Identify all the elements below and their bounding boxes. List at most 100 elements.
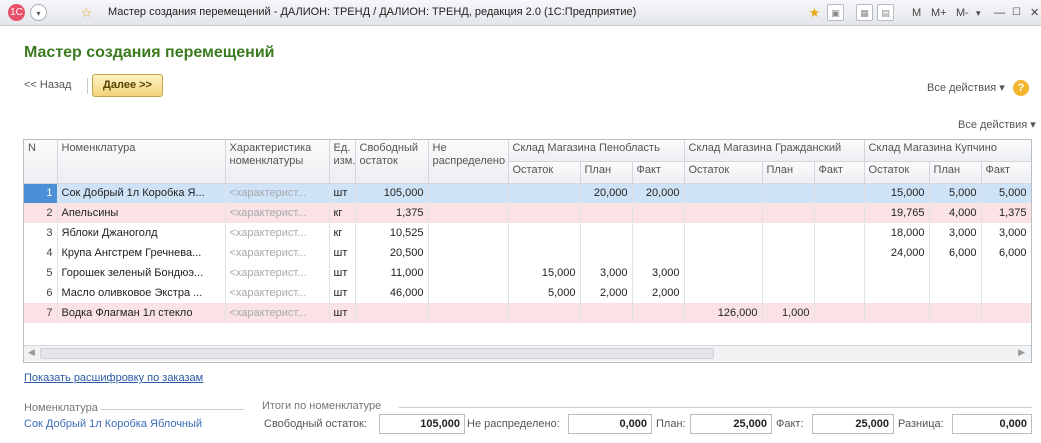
kupchino-fact-cell[interactable] (981, 263, 1031, 283)
penoblast-fact-cell[interactable] (632, 223, 685, 243)
favorites-icon[interactable]: ★ (806, 4, 823, 21)
row-number[interactable]: 4 (24, 243, 58, 263)
grazhdansky-rest-cell[interactable] (684, 223, 763, 243)
unit-cell[interactable]: шт (329, 183, 356, 203)
row-number[interactable]: 6 (24, 283, 58, 303)
unit-cell[interactable]: шт (329, 263, 356, 283)
characteristic-cell[interactable]: <характерист... (225, 303, 330, 323)
col-n-header[interactable]: N (24, 140, 58, 184)
table-all-actions-menu[interactable]: Все действия ▾ (958, 118, 1036, 131)
grazhdansky-rest-cell[interactable] (684, 263, 763, 283)
penoblast-fact-cell[interactable] (632, 243, 685, 263)
kupchino-plan-cell[interactable] (929, 283, 982, 303)
free-rest-cell[interactable]: 10,525 (355, 223, 429, 243)
unit-cell[interactable]: шт (329, 283, 356, 303)
penoblast-rest-cell[interactable]: 5,000 (508, 283, 581, 303)
kupchino-plan-cell[interactable]: 5,000 (929, 183, 982, 203)
penoblast-plan-cell[interactable] (580, 203, 633, 223)
undistributed-cell[interactable] (428, 263, 509, 283)
penoblast-rest-cell[interactable] (508, 183, 581, 203)
col-nomenclature-header[interactable]: Номенклатура (57, 140, 226, 184)
kupchino-fact-cell[interactable]: 5,000 (981, 183, 1031, 203)
free-rest-cell[interactable]: 1,375 (355, 203, 429, 223)
penoblast-plan-cell[interactable]: 2,000 (580, 283, 633, 303)
col-unit-header[interactable]: Ед. изм. (329, 140, 356, 184)
unit-cell[interactable]: кг (329, 223, 356, 243)
calendar-icon[interactable]: ▤ (877, 4, 894, 21)
penoblast-rest-cell[interactable] (508, 203, 581, 223)
undistributed-cell[interactable] (428, 303, 509, 323)
grazhdansky-plan-cell[interactable]: 1,000 (762, 303, 815, 323)
characteristic-cell[interactable]: <характерист... (225, 183, 330, 203)
kupchino-rest-cell[interactable] (864, 263, 930, 283)
nomenclature-cell[interactable]: Горошек зеленый Бондюэ... (57, 263, 226, 283)
kupchino-rest-cell[interactable] (864, 303, 930, 323)
grazhdansky-rest-cell[interactable]: 126,000 (684, 303, 763, 323)
col-fact-header[interactable]: Факт (981, 161, 1031, 184)
kupchino-plan-cell[interactable]: 4,000 (929, 203, 982, 223)
scroll-right-icon[interactable]: ▶ (1018, 347, 1025, 358)
row-number[interactable]: 1 (24, 183, 58, 203)
grazhdansky-rest-cell[interactable] (684, 243, 763, 263)
col-undistributed-header[interactable]: Не распределено (428, 140, 509, 184)
penoblast-fact-cell[interactable]: 20,000 (632, 183, 685, 203)
menu-dropdown-icon[interactable]: ▾ (30, 4, 47, 21)
penoblast-plan-cell[interactable] (580, 243, 633, 263)
free-rest-cell[interactable]: 11,000 (355, 263, 429, 283)
kupchino-fact-cell[interactable]: 6,000 (981, 243, 1031, 263)
dropdown-icon[interactable]: ▾ (976, 3, 981, 23)
kupchino-plan-cell[interactable]: 3,000 (929, 223, 982, 243)
grazhdansky-plan-cell[interactable] (762, 263, 815, 283)
nomenclature-cell[interactable]: Яблоки Джаноголд (57, 223, 226, 243)
show-orders-breakdown-link[interactable]: Показать расшифровку по заказам (24, 372, 203, 384)
penoblast-rest-cell[interactable] (508, 303, 581, 323)
kupchino-rest-cell[interactable]: 15,000 (864, 183, 930, 203)
free-rest-cell[interactable]: 20,500 (355, 243, 429, 263)
undistributed-cell[interactable] (428, 223, 509, 243)
grazhdansky-plan-cell[interactable] (762, 283, 815, 303)
characteristic-cell[interactable]: <характерист... (225, 263, 330, 283)
app-logo-icon[interactable]: 1C (8, 4, 25, 21)
penoblast-fact-cell[interactable]: 2,000 (632, 283, 685, 303)
unit-cell[interactable]: шт (329, 303, 356, 323)
kupchino-fact-cell[interactable] (981, 283, 1031, 303)
free-rest-cell[interactable]: 105,000 (355, 183, 429, 203)
nomenclature-cell[interactable]: Масло оливковое Экстра ... (57, 283, 226, 303)
penoblast-fact-cell[interactable]: 3,000 (632, 263, 685, 283)
grazhdansky-plan-cell[interactable] (762, 223, 815, 243)
kupchino-fact-cell[interactable]: 1,375 (981, 203, 1031, 223)
table-row[interactable]: 5 Горошек зеленый Бондюэ... <характерист..… (24, 263, 1031, 283)
penoblast-plan-cell[interactable]: 20,000 (580, 183, 633, 203)
nomenclature-cell[interactable]: Сок Добрый 1л Коробка Я... (57, 183, 226, 203)
kupchino-fact-cell[interactable] (981, 303, 1031, 323)
table-row[interactable]: 7 Водка Флагман 1л стекло <характерист... ш… (24, 303, 1031, 323)
characteristic-cell[interactable]: <характерист... (225, 203, 330, 223)
minimize-icon[interactable]: — (994, 3, 1005, 23)
table-row[interactable]: 4 Крупа Ангстрем Гречнева... <характерист.… (24, 243, 1031, 263)
grazhdansky-rest-cell[interactable] (684, 283, 763, 303)
back-button[interactable]: << Назад (24, 79, 71, 91)
col-rest-header[interactable]: Остаток (508, 161, 581, 184)
unit-cell[interactable]: шт (329, 243, 356, 263)
penoblast-rest-cell[interactable] (508, 223, 581, 243)
history-icon[interactable]: ▣ (827, 4, 844, 21)
row-number[interactable]: 5 (24, 263, 58, 283)
scroll-left-icon[interactable]: ◀ (28, 347, 35, 358)
kupchino-plan-cell[interactable] (929, 303, 982, 323)
grazhdansky-fact-cell[interactable] (814, 183, 865, 203)
table-row[interactable]: 2 Апельсины <характерист... кг 1,375 19,765 4,… (24, 203, 1031, 223)
memory-button[interactable]: M (912, 3, 921, 23)
penoblast-fact-cell[interactable] (632, 203, 685, 223)
col-plan-header[interactable]: План (929, 161, 982, 184)
grazhdansky-plan-cell[interactable] (762, 203, 815, 223)
penoblast-fact-cell[interactable] (632, 303, 685, 323)
kupchino-plan-cell[interactable]: 6,000 (929, 243, 982, 263)
penoblast-rest-cell[interactable]: 15,000 (508, 263, 581, 283)
grazhdansky-plan-cell[interactable] (762, 243, 815, 263)
kupchino-fact-cell[interactable]: 3,000 (981, 223, 1031, 243)
row-number[interactable]: 3 (24, 223, 58, 243)
undistributed-cell[interactable] (428, 203, 509, 223)
grazhdansky-fact-cell[interactable] (814, 203, 865, 223)
table-row[interactable]: 3 Яблоки Джаноголд <характерист... кг 10,525… (24, 223, 1031, 243)
kupchino-rest-cell[interactable]: 19,765 (864, 203, 930, 223)
